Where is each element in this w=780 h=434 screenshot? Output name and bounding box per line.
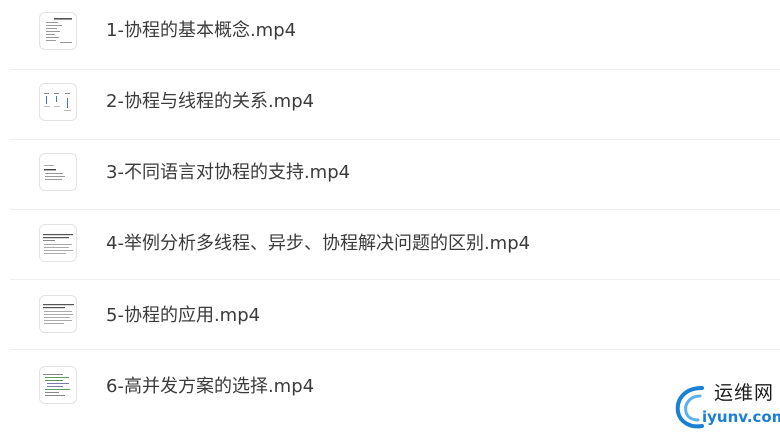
file-row[interactable]: 6-高并发方案的选择.mp4	[10, 350, 780, 420]
watermark-logo: 运维网 iyunv.com	[672, 380, 780, 434]
file-name: 2-协程与线程的关系.mp4	[106, 91, 315, 112]
file-row[interactable]: 1-协程的基本概念.mp4	[10, 0, 780, 70]
document-thumbnail-icon	[39, 12, 77, 50]
file-row[interactable]: 2-协程与线程的关系.mp4	[10, 70, 780, 140]
file-name: 6-高并发方案的选择.mp4	[106, 376, 315, 397]
file-row[interactable]: 3-不同语言对协程的支持.mp4	[10, 140, 780, 210]
document-thumbnail-icon	[39, 224, 77, 262]
code-thumbnail-icon	[39, 366, 77, 404]
file-row[interactable]: 5-协程的应用.mp4	[10, 280, 780, 350]
file-row[interactable]: 4-举例分析多线程、异步、协程解决问题的区别.mp4	[10, 210, 780, 280]
watermark-text-en: iyunv.com	[702, 408, 780, 426]
file-name: 3-不同语言对协程的支持.mp4	[106, 162, 351, 183]
file-name: 5-协程的应用.mp4	[106, 305, 261, 326]
diagram-thumbnail-icon	[39, 83, 77, 121]
file-name: 1-协程的基本概念.mp4	[106, 20, 297, 41]
watermark-text-cn: 运维网	[714, 382, 775, 404]
file-list: 1-协程的基本概念.mp4 2-协程与线程的关系.mp4 3-不同语言对协程的支…	[0, 0, 780, 434]
file-name: 4-举例分析多线程、异步、协程解决问题的区别.mp4	[106, 233, 531, 254]
document-thumbnail-icon	[39, 295, 77, 333]
document-thumbnail-icon	[39, 153, 77, 191]
